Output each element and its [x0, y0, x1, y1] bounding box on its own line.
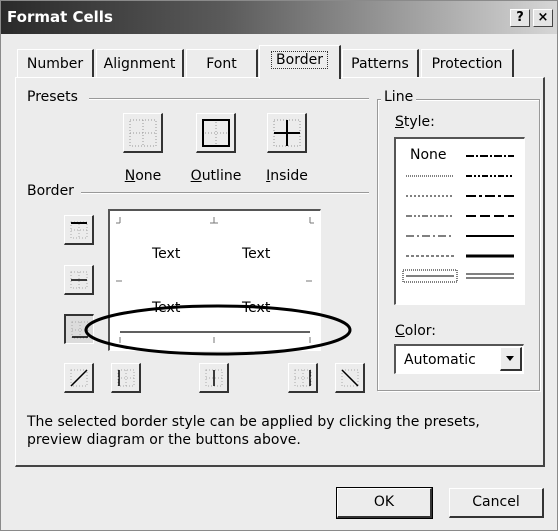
- preset-inside-icon: [273, 119, 301, 147]
- tab-border[interactable]: Border: [259, 45, 341, 79]
- border-right-icon: [294, 369, 312, 387]
- line-style-swatches: [402, 155, 514, 283]
- preset-none-icon: [129, 119, 157, 147]
- window-title: Format Cells: [7, 8, 113, 26]
- border-top-button[interactable]: [64, 215, 94, 245]
- preview-cell-text: Text: [152, 246, 181, 262]
- border-divider: [81, 192, 369, 194]
- preset-outline-icon: [202, 119, 230, 147]
- preset-outline-label: Outline: [190, 168, 242, 184]
- preview-cell-text: Text: [242, 300, 271, 316]
- tab-protection-label: Protection: [431, 56, 503, 72]
- border-left-icon: [117, 369, 135, 387]
- color-value: Automatic: [404, 352, 476, 368]
- diagonal-up-icon: [70, 369, 88, 387]
- line-style-list[interactable]: None: [394, 137, 525, 305]
- border-inside-vertical-button[interactable]: [199, 363, 229, 393]
- tab-font-label: Font: [206, 56, 237, 72]
- border-inside-horizontal-icon: [70, 271, 88, 289]
- chevron-down-icon: [506, 356, 514, 361]
- border-bottom-icon: [71, 321, 89, 339]
- tab-number-label: Number: [26, 56, 84, 72]
- preset-none-button[interactable]: [123, 113, 163, 153]
- border-group-label: Border: [24, 183, 77, 199]
- border-left-button[interactable]: [111, 363, 141, 393]
- ok-button[interactable]: OK: [337, 488, 432, 518]
- presets-group-label: Presets: [24, 89, 81, 105]
- border-bottom-button[interactable]: [64, 314, 94, 344]
- border-top-icon: [70, 221, 88, 239]
- presets-divider: [89, 98, 369, 100]
- preview-cell-text: Text: [242, 246, 271, 262]
- preset-none-label: None: [124, 168, 162, 184]
- preset-inside-button[interactable]: [267, 113, 307, 153]
- dropdown-arrow-button[interactable]: [500, 347, 522, 371]
- border-inside-vertical-icon: [205, 369, 223, 387]
- close-button[interactable]: ×: [533, 9, 553, 27]
- tab-patterns-label: Patterns: [351, 56, 409, 72]
- border-preview[interactable]: Text Text Text Text: [108, 209, 321, 351]
- help-text: The selected border style can be applied…: [27, 414, 480, 448]
- border-right-button[interactable]: [288, 363, 318, 393]
- tab-alignment[interactable]: Alignment: [96, 49, 184, 77]
- cancel-button[interactable]: Cancel: [449, 488, 544, 518]
- format-cells-dialog: Format Cells ? × Number Alignment Font B…: [0, 0, 558, 531]
- tab-border-label: Border: [271, 51, 328, 69]
- color-dropdown[interactable]: Automatic: [394, 344, 524, 374]
- tab-font[interactable]: Font: [186, 49, 258, 77]
- title-bar: Format Cells ? ×: [1, 1, 557, 34]
- style-label: Style:: [392, 114, 438, 130]
- border-inside-horizontal-button[interactable]: [64, 265, 94, 295]
- border-diagonal-up-button[interactable]: [64, 363, 94, 393]
- help-button[interactable]: ?: [510, 9, 530, 27]
- border-diagonal-down-button[interactable]: [335, 363, 365, 393]
- preview-cell-text: Text: [152, 300, 181, 316]
- tab-number[interactable]: Number: [17, 49, 94, 77]
- color-label: Color:: [392, 323, 440, 339]
- preview-guides: [116, 217, 314, 343]
- preset-inside-label: Inside: [266, 168, 308, 184]
- line-group-label: Line: [381, 89, 417, 105]
- tab-patterns[interactable]: Patterns: [342, 49, 419, 77]
- tab-protection[interactable]: Protection: [421, 49, 514, 77]
- diagonal-down-icon: [341, 369, 359, 387]
- preset-outline-button[interactable]: [196, 113, 236, 153]
- tab-alignment-label: Alignment: [103, 56, 176, 72]
